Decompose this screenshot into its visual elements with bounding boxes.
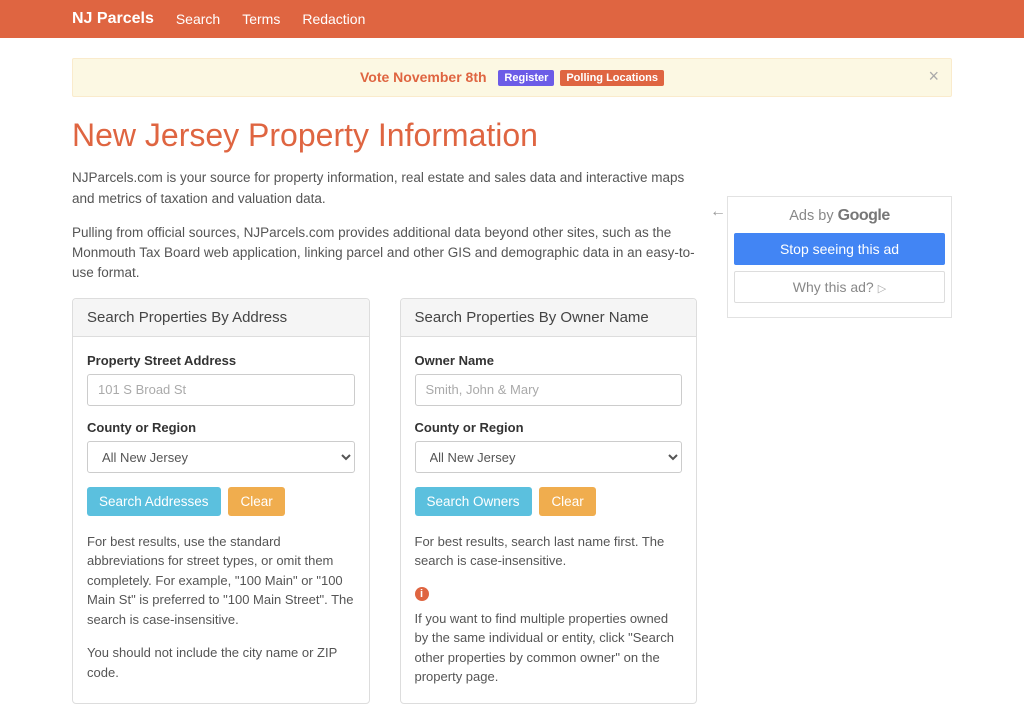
page-title: New Jersey Property Information	[72, 117, 952, 154]
search-addresses-button[interactable]: Search Addresses	[87, 487, 221, 516]
owner-help-1: For best results, search last name first…	[415, 532, 683, 571]
address-help-2: You should not include the city name or …	[87, 643, 355, 682]
search-owners-button[interactable]: Search Owners	[415, 487, 532, 516]
owner-help-2: If you want to find multiple properties …	[415, 609, 683, 687]
address-input[interactable]	[87, 374, 355, 406]
intro-paragraph-1: NJParcels.com is your source for propert…	[72, 168, 697, 209]
info-icon: i	[415, 587, 429, 601]
address-clear-button[interactable]: Clear	[228, 487, 284, 516]
polling-badge[interactable]: Polling Locations	[560, 70, 664, 86]
address-county-label: County or Region	[87, 420, 355, 435]
owner-search-panel: Search Properties By Owner Name Owner Na…	[400, 298, 698, 704]
vote-alert: Vote November 8th Register Polling Locat…	[72, 58, 952, 97]
nav-terms[interactable]: Terms	[242, 11, 280, 27]
stop-seeing-ad-button[interactable]: Stop seeing this ad	[734, 233, 945, 265]
owner-input[interactable]	[415, 374, 683, 406]
owner-panel-heading: Search Properties By Owner Name	[401, 299, 697, 337]
address-search-panel: Search Properties By Address Property St…	[72, 298, 370, 704]
brand-link[interactable]: NJ Parcels	[72, 10, 154, 28]
intro-paragraph-2: Pulling from official sources, NJParcels…	[72, 223, 697, 284]
owner-clear-button[interactable]: Clear	[539, 487, 595, 516]
ad-byline: Ads by Google	[734, 207, 945, 225]
play-icon: ▷	[878, 283, 886, 295]
top-navbar: NJ Parcels Search Terms Redaction	[0, 0, 1024, 38]
address-label: Property Street Address	[87, 353, 355, 368]
alert-text: Vote November 8th	[360, 69, 487, 85]
address-county-select[interactable]: All New Jersey	[87, 441, 355, 473]
address-panel-heading: Search Properties By Address	[73, 299, 369, 337]
owner-county-label: County or Region	[415, 420, 683, 435]
nav-redaction[interactable]: Redaction	[302, 11, 365, 27]
register-badge[interactable]: Register	[498, 70, 554, 86]
owner-county-select[interactable]: All New Jersey	[415, 441, 683, 473]
intro-text: NJParcels.com is your source for propert…	[72, 168, 697, 283]
close-icon[interactable]: ×	[928, 67, 939, 85]
address-help-1: For best results, use the standard abbre…	[87, 532, 355, 630]
nav-search[interactable]: Search	[176, 11, 220, 27]
ad-box: ← Ads by Google Stop seeing this ad Why …	[727, 196, 952, 318]
ad-back-icon[interactable]: ←	[710, 203, 726, 221]
owner-label: Owner Name	[415, 353, 683, 368]
why-this-ad-button[interactable]: Why this ad?▷	[734, 271, 945, 303]
